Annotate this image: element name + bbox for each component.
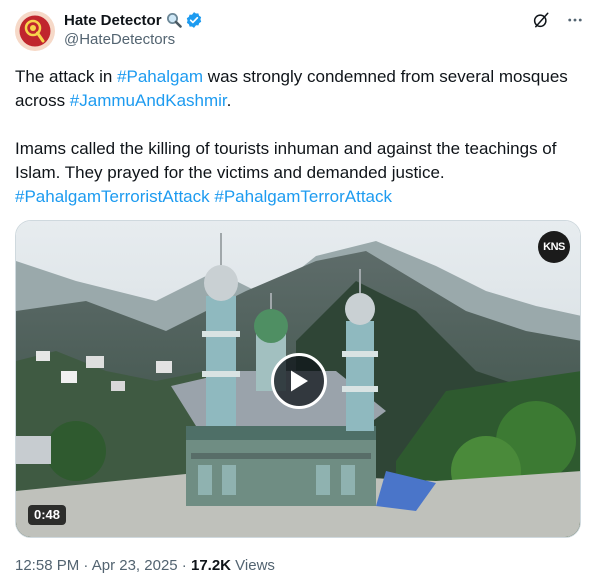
- text-segment: .: [226, 91, 232, 110]
- hate-detector-logo: [15, 11, 55, 51]
- meta-separator: ·: [79, 557, 92, 574]
- more-icon[interactable]: [565, 10, 585, 30]
- tweet: Hate Detector @HateDetectors The attack …: [0, 0, 607, 580]
- text-segment: The attack in: [15, 67, 118, 86]
- header-actions: [531, 10, 585, 30]
- video-player[interactable]: KNS 0:48: [15, 220, 581, 538]
- hashtag-jammu-and-kashmir[interactable]: #JammuAndKashmir: [70, 91, 227, 110]
- magnifier-icon: [166, 12, 182, 28]
- tweet-paragraph-2: Imams called the killing of tourists inh…: [15, 137, 590, 209]
- post-date[interactable]: Apr 23, 2025: [92, 557, 178, 574]
- meta-separator: ·: [177, 557, 191, 574]
- author-row: Hate Detector: [64, 10, 203, 30]
- video-duration: 0:48: [28, 505, 67, 525]
- views-count[interactable]: 17.2K: [191, 557, 231, 574]
- hashtag-pahalgam[interactable]: #Pahalgam: [117, 67, 203, 86]
- text-segment: Imams called the killing of tourists inh…: [15, 139, 557, 182]
- hashtag-pahalgam-terrorist-attack[interactable]: #PahalgamTerroristAttack: [15, 187, 210, 206]
- verified-badge-icon[interactable]: [185, 11, 203, 29]
- play-icon: [291, 370, 308, 392]
- author-name[interactable]: Hate Detector: [64, 12, 162, 29]
- tweet-paragraph-1: The attack in #Pahalgam was strongly con…: [15, 65, 590, 113]
- grok-icon[interactable]: [531, 10, 551, 30]
- tweet-text: The attack in #Pahalgam was strongly con…: [15, 65, 590, 209]
- author-handle[interactable]: @HateDetectors: [64, 31, 175, 48]
- tweet-meta: 12:58 PM · Apr 23, 2025 · 17.2K Views: [15, 557, 275, 574]
- views-label: Views: [231, 557, 275, 574]
- avatar[interactable]: [15, 11, 55, 51]
- watermark-kns: KNS: [538, 231, 570, 263]
- hashtag-pahalgam-terror-attack[interactable]: #PahalgamTerrorAttack: [214, 187, 392, 206]
- play-button[interactable]: [271, 353, 327, 409]
- post-time[interactable]: 12:58 PM: [15, 557, 79, 574]
